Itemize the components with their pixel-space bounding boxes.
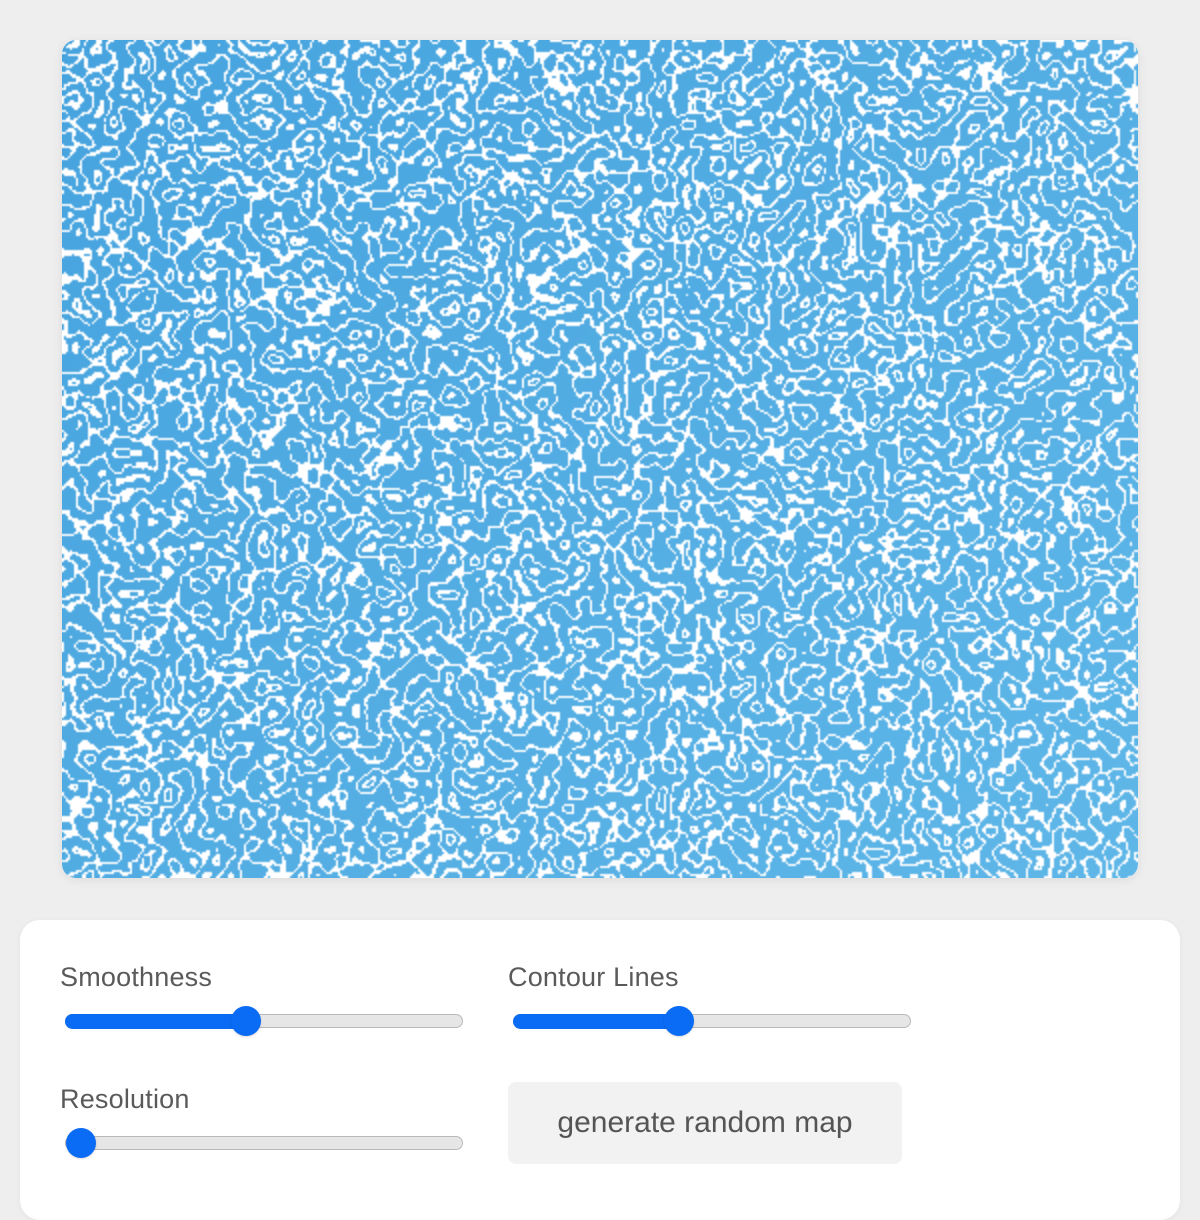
- resolution-label: Resolution: [60, 1084, 190, 1114]
- smoothness-slider-fill: [64, 1013, 246, 1029]
- resolution-slider[interactable]: [65, 1128, 463, 1158]
- smoothness-slider-thumb[interactable]: [230, 1006, 261, 1036]
- smoothness-slider[interactable]: [64, 1006, 463, 1036]
- generate-random-map-button[interactable]: generate random map: [508, 1082, 902, 1164]
- smoothness-label: Smoothness: [60, 962, 213, 992]
- controls-panel: Smoothness Contour Lines Resolution gene…: [20, 920, 1180, 1220]
- contour-lines-slider-fill: [512, 1013, 680, 1029]
- contour-lines-slider[interactable]: [512, 1006, 911, 1036]
- contour-lines-label: Contour Lines: [508, 962, 679, 992]
- contour-map-canvas: [62, 40, 1138, 878]
- contour-lines-slider-thumb[interactable]: [664, 1006, 695, 1036]
- resolution-slider-thumb[interactable]: [66, 1128, 96, 1158]
- contour-map: [62, 40, 1138, 878]
